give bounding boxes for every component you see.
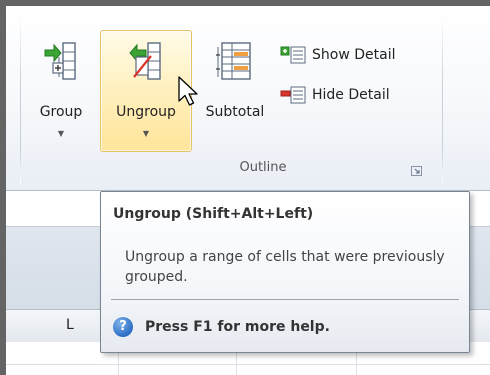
window-border — [0, 0, 490, 6]
subtotal-icon — [212, 39, 258, 87]
dialog-launcher-icon[interactable] — [411, 166, 423, 177]
subtotal-button-label: Subtotal — [205, 104, 265, 120]
group-icon — [41, 39, 81, 87]
subtotal-button[interactable]: Subtotal — [196, 30, 274, 152]
chevron-down-icon: ▼ — [142, 129, 150, 138]
group-button-label: Group — [39, 104, 83, 120]
show-detail-button[interactable]: Show Detail — [278, 44, 395, 66]
row-divider — [6, 364, 490, 365]
ribbon-group-separator — [20, 14, 21, 184]
help-icon: ? — [113, 317, 133, 337]
ungroup-tooltip: Ungroup (Shift+Alt+Left) Ungroup a range… — [100, 191, 470, 353]
tooltip-help-text: Press F1 for more help. — [145, 319, 330, 335]
ungroup-icon — [124, 39, 168, 87]
tooltip-divider — [111, 299, 459, 300]
excel-window: Group ▼ Ungroup ▼ Subtotal Show Detail H… — [0, 0, 490, 375]
group-button[interactable]: Group ▼ — [30, 30, 92, 152]
tooltip-description: Ungroup a range of cells that were previ… — [125, 249, 445, 285]
column-header-l[interactable]: L — [66, 317, 74, 333]
show-detail-label: Show Detail — [312, 47, 396, 63]
ribbon-group-separator — [442, 14, 443, 184]
hide-detail-label: Hide Detail — [312, 87, 390, 103]
hide-detail-button[interactable]: Hide Detail — [278, 84, 390, 106]
mouse-cursor-icon — [178, 76, 198, 106]
window-border — [0, 0, 6, 375]
tooltip-help[interactable]: ? Press F1 for more help. — [113, 317, 330, 337]
chevron-down-icon: ▼ — [57, 129, 65, 138]
show-detail-icon — [280, 46, 306, 64]
tooltip-title: Ungroup (Shift+Alt+Left) — [113, 206, 314, 222]
outline-group-label: Outline — [239, 160, 287, 175]
hide-detail-icon — [280, 86, 306, 104]
